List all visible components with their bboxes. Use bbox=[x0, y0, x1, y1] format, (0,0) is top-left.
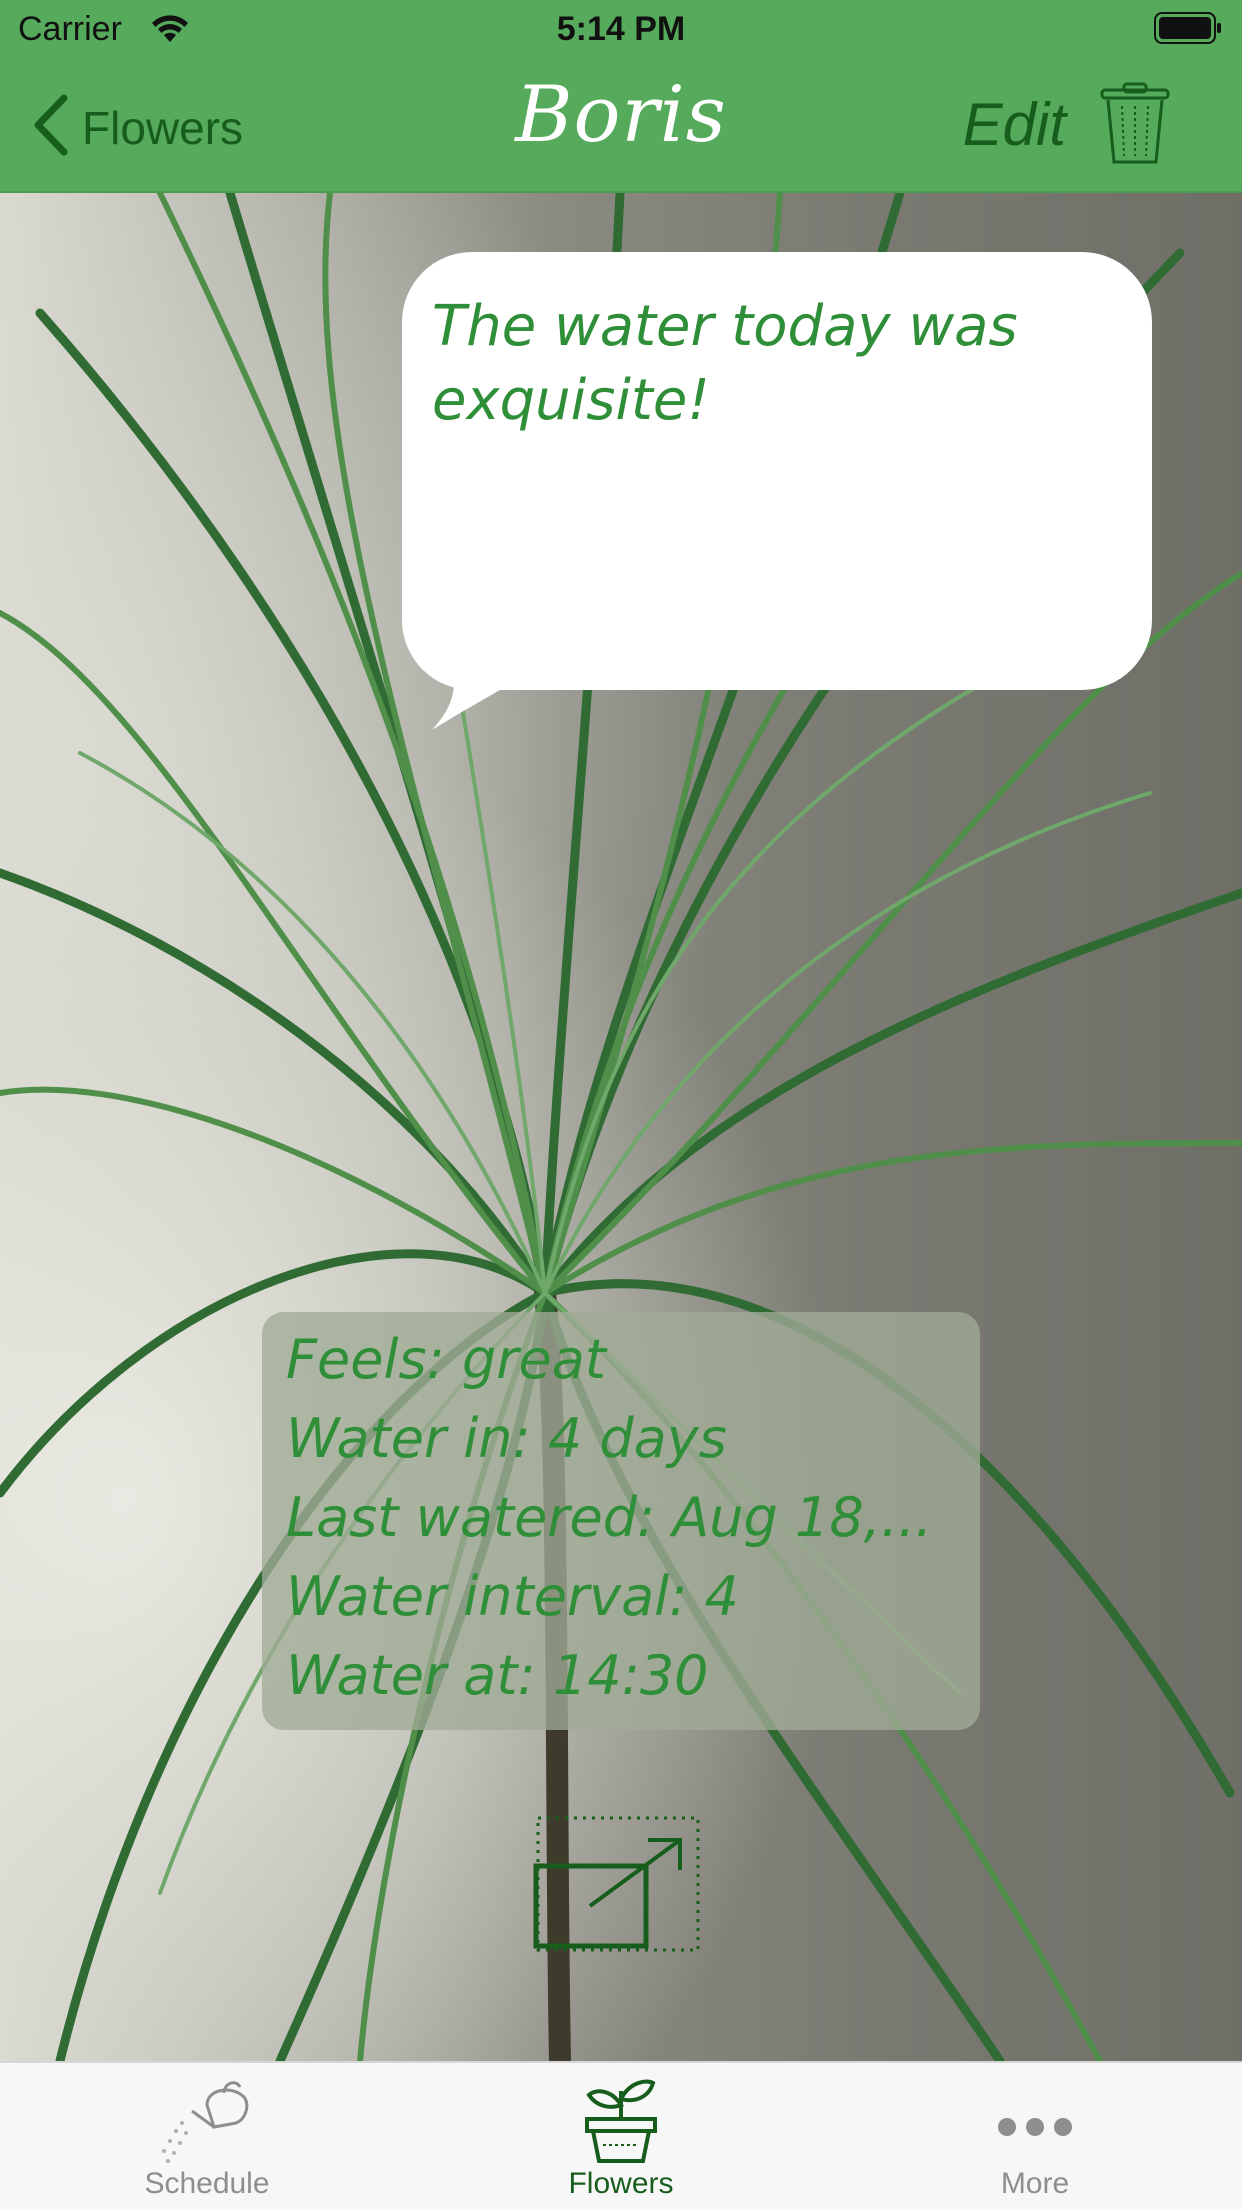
nav-content: Flowers Boris Edit bbox=[0, 60, 1242, 191]
feels-label: Feels: great bbox=[286, 1328, 606, 1391]
tab-more-label: More bbox=[1000, 2167, 1070, 2200]
water-interval-label: Water interval: 4 bbox=[286, 1565, 739, 1628]
tab-flowers[interactable]: Flowers bbox=[414, 2063, 828, 2210]
tab-flowers-label: Flowers bbox=[568, 2167, 674, 2200]
speech-bubble-tail bbox=[432, 660, 550, 730]
tab-schedule-label: Schedule bbox=[144, 2167, 270, 2200]
watering-can-icon bbox=[0, 2075, 414, 2165]
status-bar: Carrier 5:14 PM bbox=[0, 0, 1242, 60]
trash-icon[interactable] bbox=[1098, 82, 1172, 171]
battery-icon bbox=[1154, 12, 1224, 44]
water-in-label: Water in: 4 days bbox=[286, 1407, 727, 1470]
bubble-message: The water today was exquisite! bbox=[432, 294, 1018, 433]
water-at-label: Water at: 14:30 bbox=[286, 1644, 709, 1707]
last-watered-label: Last watered: Aug 18,... bbox=[286, 1486, 933, 1549]
navigation-bar: Carrier 5:14 PM Flowers Boris Edit bbox=[0, 0, 1242, 193]
share-icon[interactable] bbox=[530, 1810, 710, 1965]
edit-button[interactable]: Edit bbox=[963, 90, 1066, 159]
status-time: 5:14 PM bbox=[556, 10, 686, 48]
plant-pot-icon bbox=[414, 2075, 828, 2165]
more-dots-icon bbox=[828, 2075, 1242, 2165]
tab-bar: Schedule Flowers More bbox=[0, 2061, 1242, 2210]
tab-schedule[interactable]: Schedule bbox=[0, 2063, 414, 2210]
tab-more[interactable]: More bbox=[828, 2063, 1242, 2210]
